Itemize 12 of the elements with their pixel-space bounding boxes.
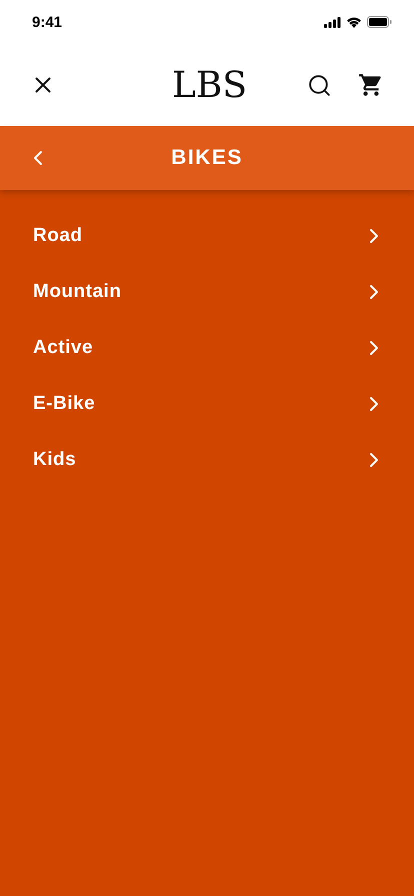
menu-item[interactable]: Active xyxy=(0,320,414,376)
menu-item[interactable]: Road xyxy=(0,208,414,264)
wifi-icon xyxy=(346,16,362,28)
section-title: BIKES xyxy=(170,146,244,170)
search-icon xyxy=(307,72,332,98)
status-time: 9:41 xyxy=(32,14,62,30)
signal-icon xyxy=(324,16,341,28)
menu-item[interactable]: Mountain xyxy=(0,264,414,320)
menu-item[interactable]: E-Bike xyxy=(0,376,414,432)
logo: LBS xyxy=(170,64,248,106)
menu-item[interactable]: Kids xyxy=(0,432,414,488)
battery-icon xyxy=(367,16,392,28)
